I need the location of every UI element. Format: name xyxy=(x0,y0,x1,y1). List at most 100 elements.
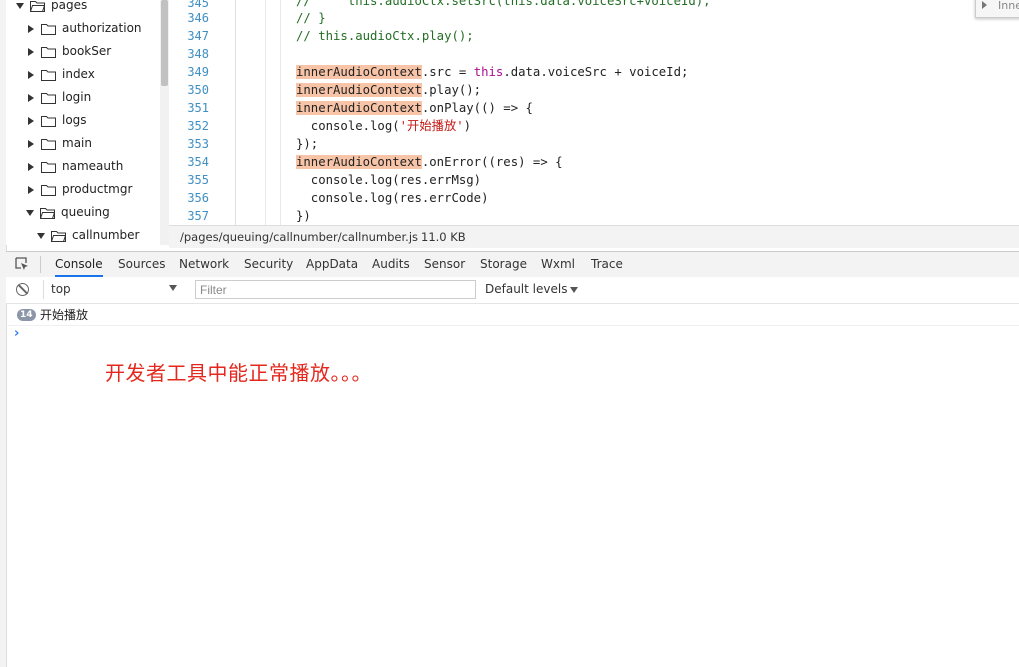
folder-open-icon xyxy=(40,207,55,219)
tab-security[interactable]: Security xyxy=(244,252,293,277)
tree-label: bookSer xyxy=(62,44,112,58)
tab-trace[interactable]: Trace xyxy=(591,252,623,277)
collapsed-arrow-icon xyxy=(28,93,34,102)
line-number-gutter: 345 346 347 348 349 350 351 352 353 354 … xyxy=(169,0,236,225)
code-keyword: this xyxy=(473,65,504,79)
collapsed-arrow-icon xyxy=(28,70,34,79)
code-line: innerAudioContext.play(); xyxy=(296,81,481,99)
tree-item-productmgr[interactable]: productmgr xyxy=(28,179,132,199)
highlighted-identifier: innerAudioContext xyxy=(296,65,422,79)
repeat-count-badge: 14 xyxy=(17,309,36,321)
folder-icon xyxy=(41,92,56,104)
tab-sources[interactable]: Sources xyxy=(118,252,165,277)
tab-storage[interactable]: Storage xyxy=(480,252,527,277)
console-toolbar: top Default levels xyxy=(6,277,1019,304)
collapsed-arrow-icon xyxy=(28,47,34,56)
expanded-arrow-icon xyxy=(26,209,34,216)
tree-label: nameauth xyxy=(62,159,124,173)
outline-label: Inne xyxy=(998,0,1019,12)
line-number: 348 xyxy=(187,47,209,61)
line-number: 355 xyxy=(187,173,209,187)
indent-guide xyxy=(265,0,266,225)
collapsed-arrow-icon xyxy=(28,139,34,148)
indent-guide xyxy=(280,0,281,225)
tab-network[interactable]: Network xyxy=(179,252,229,277)
outline-popup[interactable]: Inne xyxy=(975,0,1019,18)
tree-label: login xyxy=(62,90,92,104)
expanded-arrow-icon xyxy=(37,232,45,239)
line-number: 349 xyxy=(187,65,209,79)
tree-item-index[interactable]: index xyxy=(28,64,95,84)
tree-item-queuing[interactable]: queuing xyxy=(26,202,110,222)
inspect-element-icon[interactable] xyxy=(15,257,29,271)
filter-input[interactable] xyxy=(195,280,476,299)
expanded-arrow-icon xyxy=(16,2,24,9)
editor-status-bar: /pages/queuing/callnumber/callnumber.js … xyxy=(169,225,1019,248)
code-token: .play(); xyxy=(421,83,482,97)
console-log-entry: 14 开始播放 xyxy=(6,305,1019,326)
code-line: console.log('开始播放') xyxy=(296,117,471,135)
code-line: innerAudioContext.onError((res) => { xyxy=(296,153,563,171)
annotation-text: 开发者工具中能正常播放。。。 xyxy=(105,361,372,385)
line-number: 357 xyxy=(187,209,209,223)
code-line: innerAudioContext.onPlay(() => { xyxy=(296,99,533,117)
line-number: 351 xyxy=(187,101,209,115)
highlighted-identifier: innerAudioContext xyxy=(296,155,422,169)
folder-icon xyxy=(41,138,56,150)
code-line: // } xyxy=(296,11,326,25)
tree-item-login[interactable]: login xyxy=(28,87,91,107)
tree-item-bookser[interactable]: bookSer xyxy=(28,41,111,61)
line-number: 347 xyxy=(187,29,209,43)
log-message: 开始播放 xyxy=(40,308,89,322)
line-number: 356 xyxy=(187,191,209,205)
tab-wxml[interactable]: Wxml xyxy=(541,252,575,277)
tree-label: logs xyxy=(62,113,87,127)
code-editor[interactable]: // this.audioCtx.setSrc(this.data.voiceS… xyxy=(236,0,1019,225)
tree-label: queuing xyxy=(61,205,110,219)
dropdown-arrow-icon[interactable] xyxy=(169,285,177,291)
code-token: .data.voiceSrc + voiceId; xyxy=(503,65,689,79)
folder-icon xyxy=(41,161,56,173)
line-number: 346 xyxy=(187,11,209,25)
code-token: .onError((res) => { xyxy=(421,155,563,169)
tree-label: pages xyxy=(51,0,88,12)
highlighted-identifier: innerAudioContext xyxy=(296,83,422,97)
collapsed-arrow-icon xyxy=(28,116,34,125)
code-line: console.log(res.errCode) xyxy=(296,191,489,205)
tree-label: main xyxy=(62,136,92,150)
collapsed-arrow-icon xyxy=(28,24,34,33)
tree-scrollbar-thumb[interactable] xyxy=(161,0,168,86)
tree-item-callnumber[interactable]: callnumber xyxy=(37,225,139,245)
tree-item-nameauth[interactable]: nameauth xyxy=(28,156,123,176)
tree-item-authorization[interactable]: authorization xyxy=(28,18,142,38)
code-token: .onPlay(() => { xyxy=(421,101,533,115)
tab-appdata[interactable]: AppData xyxy=(306,252,358,277)
folder-icon xyxy=(41,115,56,127)
highlighted-identifier: innerAudioContext xyxy=(296,101,422,115)
clear-console-icon[interactable] xyxy=(16,283,29,296)
console-prompt[interactable]: › xyxy=(14,326,19,341)
folder-open-icon xyxy=(51,230,66,242)
folder-icon xyxy=(41,69,56,81)
code-line: // this.audioCtx.play(); xyxy=(296,29,474,43)
code-line: innerAudioContext.src = this.data.voiceS… xyxy=(296,63,688,81)
tree-item-logs[interactable]: logs xyxy=(28,110,87,130)
code-line: }); xyxy=(296,137,319,151)
tab-audits[interactable]: Audits xyxy=(372,252,410,277)
code-token: .src = xyxy=(421,65,474,79)
tree-label: callnumber xyxy=(72,228,140,242)
log-levels-dropdown[interactable]: Default levels xyxy=(485,280,579,299)
line-number: 354 xyxy=(187,155,209,169)
file-size: 11.0 KB xyxy=(421,230,466,244)
tree-item-main[interactable]: main xyxy=(28,133,92,153)
code-line: // this.audioCtx.setSrc(this.data.voiceS… xyxy=(296,0,711,8)
tab-sensor[interactable]: Sensor xyxy=(424,252,465,277)
folder-icon xyxy=(41,184,56,196)
tree-scrollbar[interactable] xyxy=(160,0,169,245)
expand-arrow-icon xyxy=(982,1,987,9)
tree-label: authorization xyxy=(62,21,142,35)
tree-item-pages[interactable]: pages xyxy=(16,0,87,15)
context-selector[interactable]: top xyxy=(43,280,185,299)
tab-console[interactable]: Console xyxy=(55,252,103,277)
code-token: console.log( xyxy=(296,119,400,133)
